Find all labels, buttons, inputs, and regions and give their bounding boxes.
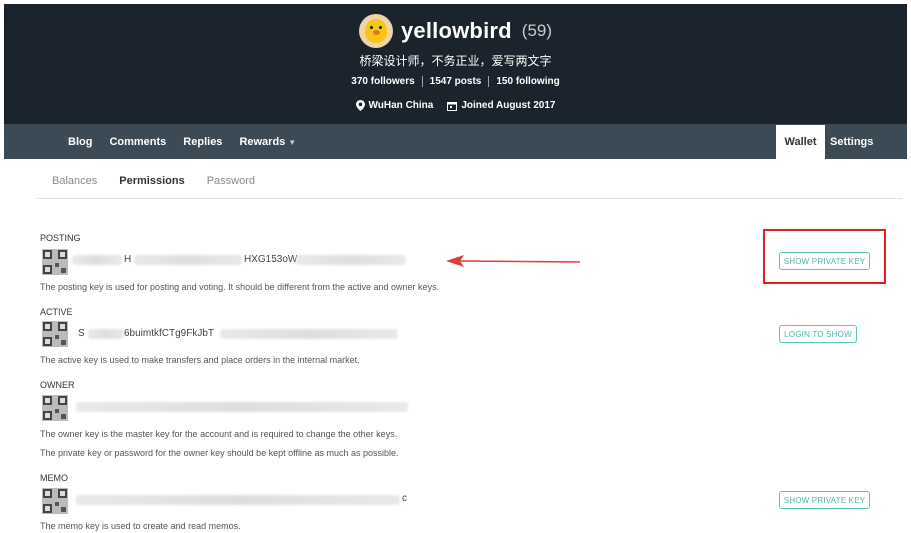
active-title: ACTIVE: [40, 307, 73, 317]
profile-row: yellowbird (59): [4, 14, 907, 48]
joined-date: Joined August 2017: [447, 100, 555, 111]
profile-stats: 370 followers 1547 posts 150 following: [4, 76, 907, 87]
nav-left: Blog Comments Replies Rewards ▼: [68, 124, 296, 159]
divider: [36, 198, 902, 199]
posting-key-fragment-2: HXG153oW: [244, 254, 298, 265]
active-description: The active key is used to make transfers…: [40, 355, 360, 365]
nav-rewards-label: Rewards: [239, 135, 286, 148]
location: WuHan China: [355, 100, 434, 111]
location-text: WuHan China: [368, 100, 434, 111]
highlight-box: [763, 229, 886, 284]
nav-comments[interactable]: Comments: [109, 136, 166, 148]
redacted-key: [134, 255, 242, 265]
subtab-balances[interactable]: Balances: [52, 175, 97, 187]
subtab-permissions[interactable]: Permissions: [119, 175, 184, 187]
nav-blog[interactable]: Blog: [68, 136, 92, 148]
main-navbar: Blog Comments Replies Rewards ▼ Wallet Se…: [4, 124, 907, 159]
calendar-icon: [447, 101, 458, 111]
qr-code-icon[interactable]: [42, 321, 68, 347]
memo-description: The memo key is used to create and read …: [40, 521, 241, 531]
annotation-arrow-icon: [446, 255, 580, 267]
show-private-key-button[interactable]: SHOW PRIVATE KEY: [779, 491, 870, 509]
owner-description-2: The private key or password for the owne…: [40, 448, 399, 458]
redacted-key: [76, 402, 408, 412]
caret-down-icon: ▼: [288, 137, 297, 147]
posting-key-fragment-1: H: [124, 254, 132, 265]
posting-title: POSTING: [40, 233, 81, 243]
reputation-score: (59): [521, 21, 553, 40]
posts-link[interactable]: 1547 posts: [421, 76, 489, 87]
redacted-key: [72, 255, 122, 265]
qr-code-icon[interactable]: [42, 249, 68, 275]
login-to-show-button[interactable]: LOGIN TO SHOW: [779, 325, 857, 343]
username: yellowbird: [400, 18, 512, 43]
profile-header: yellowbird (59) 桥梁设计师，不务正业，爱写两文字 370 fol…: [4, 4, 907, 124]
location-pin-icon: [355, 100, 365, 111]
memo-title: MEMO: [40, 473, 68, 483]
followers-link[interactable]: 370 followers: [344, 76, 421, 87]
active-key-fragment-2: 6buimtkfCTg9FkJbT: [124, 328, 215, 339]
avatar[interactable]: [358, 14, 393, 48]
profile-meta: WuHan China Joined August 2017: [4, 100, 907, 111]
qr-code-icon[interactable]: [42, 488, 68, 514]
wallet-subtabs: Balances Permissions Password: [52, 175, 255, 187]
redacted-key: [296, 255, 406, 265]
profile-bio: 桥梁设计师，不务正业，爱写两文字: [359, 54, 552, 68]
qr-code-icon[interactable]: [42, 395, 68, 421]
redacted-key: [76, 495, 400, 505]
nav-rewards[interactable]: Rewards ▼: [239, 136, 296, 148]
active-key-fragment-1: S: [78, 328, 85, 339]
memo-key-fragment: c: [402, 493, 407, 504]
redacted-key: [88, 329, 124, 339]
joined-text: Joined August 2017: [461, 100, 556, 111]
posting-description: The posting key is used for posting and …: [40, 282, 440, 292]
owner-description-1: The owner key is the master key for the …: [40, 429, 398, 439]
nav-replies[interactable]: Replies: [183, 136, 222, 148]
subtab-password[interactable]: Password: [207, 175, 255, 187]
redacted-key: [220, 329, 398, 339]
owner-title: OWNER: [40, 380, 75, 390]
tab-settings[interactable]: Settings: [830, 124, 873, 159]
tab-wallet[interactable]: Wallet: [776, 125, 825, 159]
following-link[interactable]: 150 following: [488, 76, 566, 87]
